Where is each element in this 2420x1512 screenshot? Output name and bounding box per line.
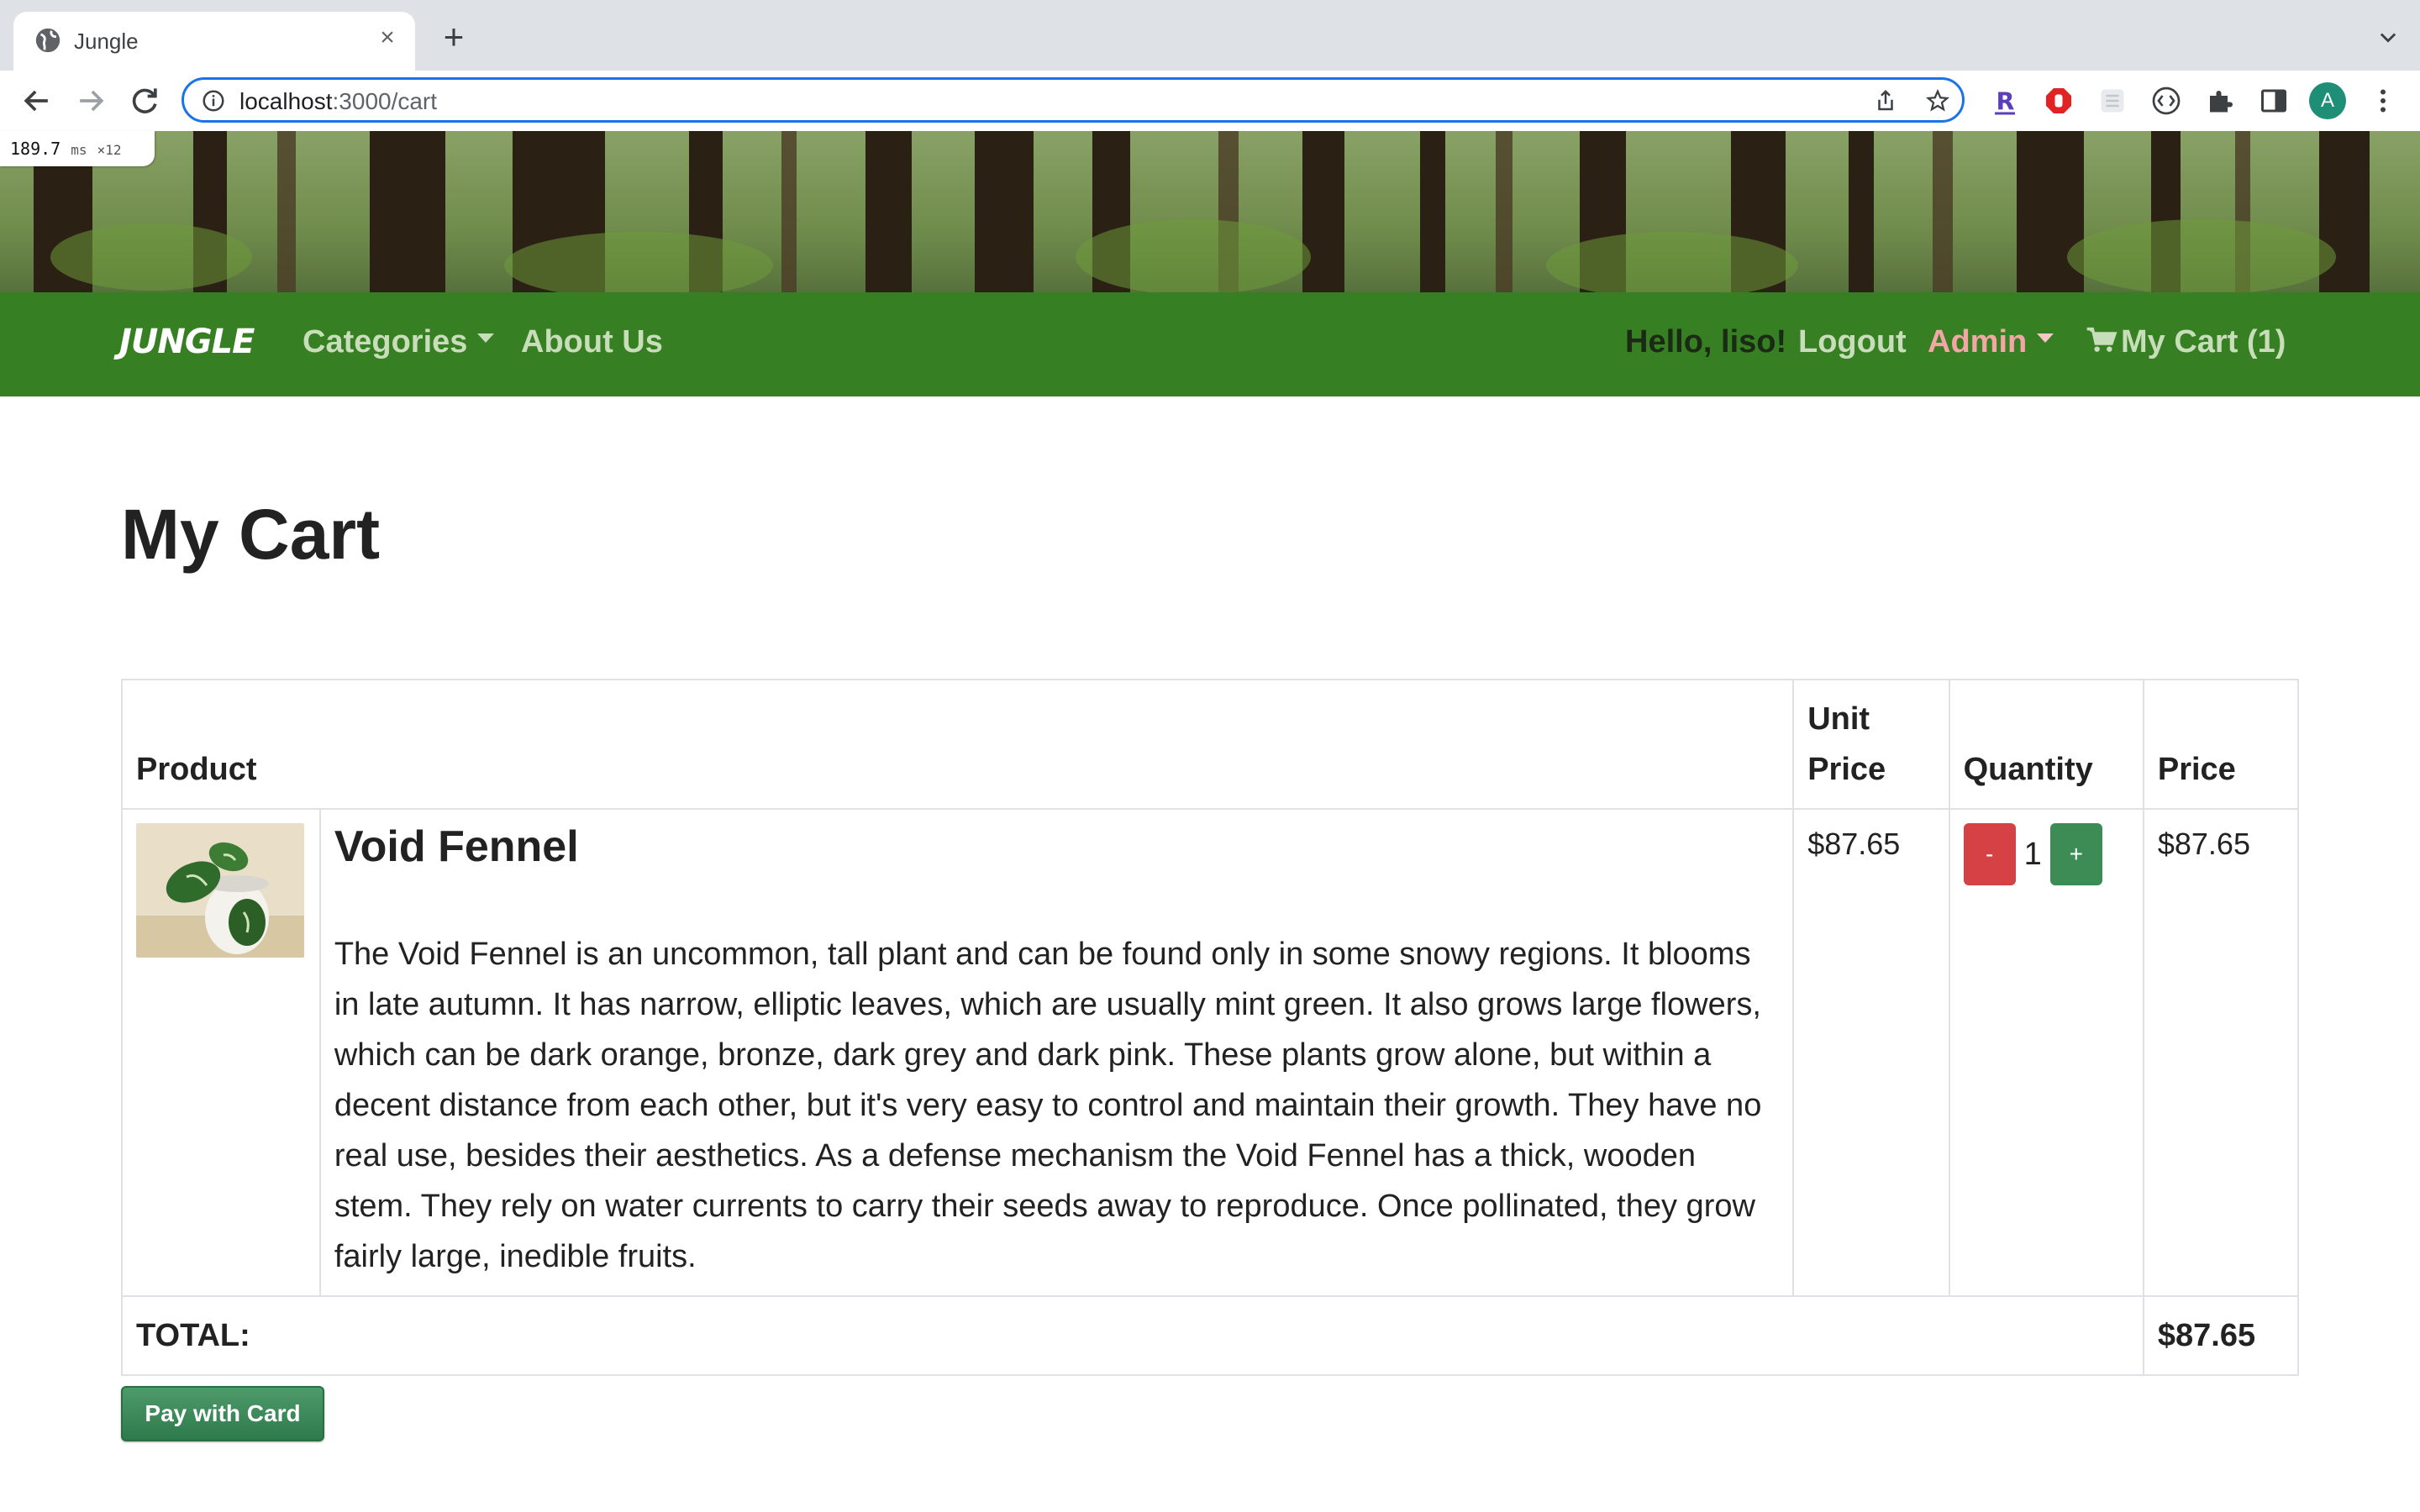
- caret-down-icon: [477, 333, 495, 344]
- unit-price: $87.65: [1807, 827, 1901, 861]
- table-row: Void Fennel The Void Fennel is an uncomm…: [121, 808, 2300, 1297]
- perf-badge: 189.7 ms ×12: [0, 131, 155, 166]
- quantity-value: 1: [2023, 836, 2042, 872]
- globe-icon: [35, 28, 60, 53]
- share-icon[interactable]: [1873, 88, 1898, 113]
- pay-with-card-button[interactable]: Pay with Card: [121, 1386, 324, 1441]
- back-icon[interactable]: [18, 82, 55, 119]
- browser-toolbar: localhost:3000/cart R A: [0, 71, 2420, 131]
- brand-logo[interactable]: JUNGLE: [119, 323, 255, 361]
- svg-text:R: R: [1996, 88, 2015, 116]
- header-unit-price: Unit Price: [1792, 679, 1950, 810]
- categories-dropdown[interactable]: Categories: [302, 324, 495, 360]
- site-navbar: JUNGLE Categories About Us Hello, liso! …: [0, 292, 2420, 396]
- header-quantity: Quantity: [1948, 679, 2144, 810]
- adblock-icon[interactable]: [2044, 86, 2074, 116]
- browser-chrome: Jungle × + localhost:3000/cart R A: [0, 0, 2420, 131]
- header-price: Price: [2142, 679, 2300, 810]
- table-header-row: Product Unit Price Quantity Price: [120, 679, 2300, 810]
- product-info-cell: Void Fennel The Void Fennel is an uncomm…: [318, 808, 1795, 1297]
- page-title: My Cart: [121, 495, 381, 574]
- price-cell: $87.65: [2142, 808, 2300, 1297]
- admin-dropdown[interactable]: Admin: [1928, 324, 2054, 360]
- product-name[interactable]: Void Fennel: [334, 823, 1779, 870]
- new-tab-icon[interactable]: +: [437, 19, 471, 55]
- caret-down-icon: [2037, 333, 2054, 344]
- logout-link[interactable]: Logout: [1798, 324, 1907, 360]
- browser-tab[interactable]: Jungle ×: [13, 12, 415, 71]
- quantity-cell: - 1 +: [1948, 808, 2144, 1297]
- decrease-quantity-button[interactable]: -: [1963, 823, 2016, 885]
- close-icon[interactable]: ×: [373, 24, 402, 52]
- reload-icon[interactable]: [126, 82, 163, 119]
- info-icon[interactable]: [201, 88, 226, 113]
- star-icon[interactable]: [1925, 88, 1950, 113]
- cart-table: Product Unit Price Quantity Price Void F…: [120, 679, 2300, 1376]
- tab-title: Jungle: [74, 29, 139, 54]
- about-link[interactable]: About Us: [521, 324, 663, 360]
- url-text[interactable]: localhost:3000/cart: [239, 88, 437, 115]
- my-cart-link[interactable]: My Cart (1): [2086, 324, 2286, 360]
- greeting-text: Hello, liso!: [1625, 324, 1787, 360]
- product-thumbnail[interactable]: [136, 823, 304, 958]
- quantity-stepper: - 1 +: [1963, 823, 2129, 885]
- product-description: The Void Fennel is an uncommon, tall pla…: [334, 937, 1762, 1274]
- total-row: TOTAL: $87.65: [121, 1295, 2300, 1376]
- profile-avatar[interactable]: A: [2309, 82, 2346, 119]
- puzzle-icon[interactable]: [2205, 86, 2235, 116]
- total-value: $87.65: [2142, 1295, 2300, 1376]
- product-image-cell: [121, 808, 321, 1297]
- header-product: Product: [120, 679, 1795, 810]
- extension-code-icon[interactable]: [2151, 86, 2181, 116]
- line-price: $87.65: [2157, 827, 2250, 861]
- side-panel-icon[interactable]: [2259, 86, 2289, 116]
- forward-icon[interactable]: [72, 82, 109, 119]
- total-label: TOTAL:: [121, 1295, 2144, 1376]
- address-bar[interactable]: localhost:3000/cart: [182, 77, 1965, 123]
- forest-banner-image: [0, 131, 2420, 292]
- chevron-down-icon[interactable]: [2376, 25, 2400, 49]
- kebab-menu-icon[interactable]: [2368, 86, 2398, 116]
- extension-r-icon[interactable]: R: [1990, 86, 2020, 116]
- shopping-cart-icon: [2086, 327, 2118, 352]
- increase-quantity-button[interactable]: +: [2049, 823, 2102, 885]
- extension-grid-icon[interactable]: [2097, 86, 2128, 116]
- unit-price-cell: $87.65: [1792, 808, 1950, 1297]
